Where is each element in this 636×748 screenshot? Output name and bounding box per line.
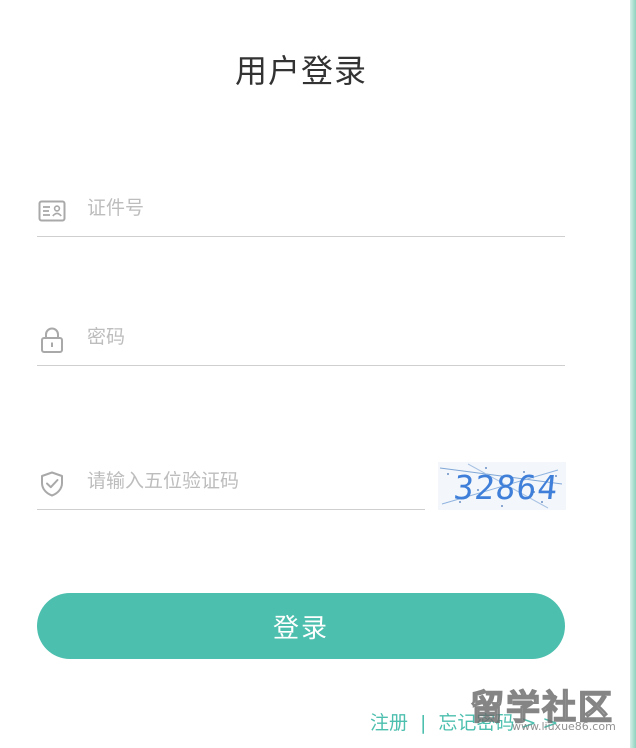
captcha-code: 32864 [451, 468, 561, 507]
captcha-input[interactable] [87, 465, 407, 497]
id-card-icon [37, 196, 67, 226]
login-button[interactable]: 登录 [37, 593, 565, 659]
id-number-input[interactable] [87, 192, 407, 224]
page-title: 用户登录 [234, 52, 367, 90]
lock-icon [37, 325, 67, 355]
captcha-image[interactable]: 32864 [438, 462, 566, 510]
shield-check-icon [37, 469, 67, 499]
login-page: 用户登录 证件号 请输入五位验证码 32864 登录 注册 | 忘记密码 > >… [0, 0, 636, 748]
id-number-field [37, 180, 565, 237]
password-field [37, 309, 565, 366]
register-link[interactable]: 注册 [370, 712, 408, 734]
watermark-logo: 留学社区 www.liuxue86.com [469, 678, 622, 742]
captcha-field [37, 453, 425, 510]
link-separator: | [420, 712, 427, 734]
password-input[interactable] [87, 321, 407, 353]
right-edge-stripe [630, 0, 636, 748]
watermark-url: www.liuxue86.com [512, 720, 616, 733]
